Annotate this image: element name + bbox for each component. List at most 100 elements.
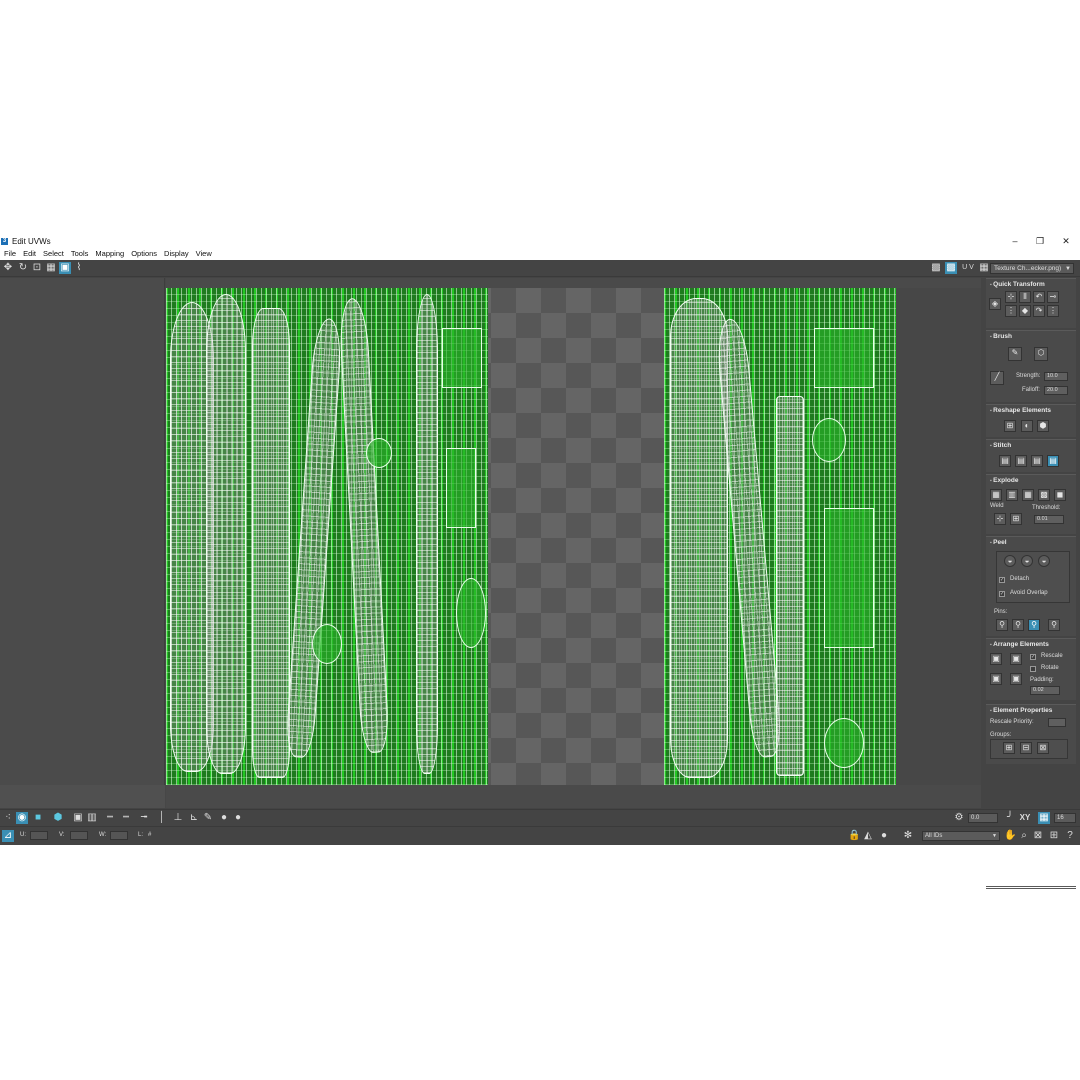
uv-island[interactable]: [812, 418, 846, 462]
mirror-icon[interactable]: ▣: [59, 262, 71, 274]
angle-icon[interactable]: ⚙: [953, 812, 965, 824]
snap-icon[interactable]: ⊾: [188, 812, 200, 824]
padding-input[interactable]: 0.02: [1030, 686, 1060, 695]
angle-input[interactable]: 0.0: [968, 813, 998, 823]
uv-shell[interactable]: [206, 294, 246, 774]
select-mode-icon[interactable]: ⁖: [2, 812, 14, 824]
loop-icon[interactable]: ┅: [120, 812, 132, 824]
rollout-title[interactable]: Stitch: [986, 440, 1076, 451]
rollout-title[interactable]: Element Properties: [986, 705, 1076, 716]
menu-view[interactable]: View: [196, 248, 212, 260]
avoid-overlap-checkbox[interactable]: ✓: [999, 591, 1005, 597]
rotate-plus-icon[interactable]: ↷: [1033, 305, 1045, 317]
pack-custom-icon[interactable]: ▣: [1010, 653, 1022, 665]
element-mode-icon[interactable]: ▣: [72, 812, 84, 824]
uv-island[interactable]: [824, 508, 874, 648]
grid-size-input[interactable]: 16: [1054, 813, 1076, 823]
rollout-title[interactable]: Arrange Elements: [986, 639, 1076, 650]
paint-select-icon[interactable]: ✎: [202, 812, 214, 824]
rollout-title[interactable]: Peel: [986, 537, 1076, 548]
face-mode-icon[interactable]: ⬢: [52, 812, 64, 824]
rotate-checkbox[interactable]: [1030, 666, 1036, 672]
uv-island[interactable]: [446, 448, 476, 528]
zoom-region-icon[interactable]: ⊠: [1032, 830, 1044, 842]
scale-icon[interactable]: ⊡: [31, 262, 43, 274]
texture-icon[interactable]: ▦: [978, 262, 990, 274]
absolute-mode-icon[interactable]: ⊿: [2, 830, 14, 842]
paint-brush-icon[interactable]: ✎: [1008, 347, 1022, 361]
explode-smoothing-icon[interactable]: ◼: [1054, 489, 1066, 501]
flatten-icon[interactable]: ▦: [1022, 489, 1034, 501]
menu-edit[interactable]: Edit: [23, 248, 36, 260]
soft-select-icon[interactable]: │: [156, 812, 168, 824]
uv-island[interactable]: [366, 438, 392, 468]
menu-mapping[interactable]: Mapping: [95, 248, 124, 260]
restore-button[interactable]: ❐: [1027, 235, 1053, 248]
v-input[interactable]: [70, 831, 88, 840]
reset-peel-icon[interactable]: ◒: [1038, 555, 1050, 567]
menu-tools[interactable]: Tools: [71, 248, 89, 260]
vertex-mode-icon[interactable]: ◉: [16, 812, 28, 824]
explode-icon[interactable]: ▩: [1038, 489, 1050, 501]
straighten-icon[interactable]: ⊞: [1004, 420, 1016, 432]
minimize-button[interactable]: –: [1002, 235, 1028, 248]
uv-shell[interactable]: [416, 294, 438, 774]
menu-options[interactable]: Options: [131, 248, 157, 260]
hide-icon[interactable]: ◭: [862, 830, 874, 842]
uv-canvas[interactable]: [166, 288, 896, 785]
pack-grid-icon[interactable]: ▣: [1010, 673, 1022, 685]
rescale-checkbox[interactable]: ✓: [1030, 654, 1036, 660]
ring-icon[interactable]: ┅: [104, 812, 116, 824]
rotate-icon[interactable]: ↻: [17, 262, 29, 274]
freeze-icon[interactable]: ✻: [902, 830, 914, 842]
sphere-alt-icon[interactable]: ●: [232, 812, 244, 824]
rollout-title[interactable]: Quick Transform: [986, 279, 1076, 290]
stitch-source-icon[interactable]: ▤: [1015, 455, 1027, 467]
relax-icon[interactable]: ◐: [1021, 420, 1033, 432]
cube-icon[interactable]: ⬢: [1037, 420, 1049, 432]
stitch-average-icon[interactable]: ▤: [1031, 455, 1043, 467]
uv-island[interactable]: [814, 328, 874, 388]
zoom-icon[interactable]: ⌕: [1018, 830, 1030, 842]
menu-select[interactable]: Select: [43, 248, 64, 260]
show-map-icon[interactable]: ▩: [945, 262, 957, 274]
texture-dropdown[interactable]: Texture Ch...ecker.png) ▼: [990, 263, 1074, 274]
sphere-icon[interactable]: ●: [218, 812, 230, 824]
move-icon[interactable]: ✥: [2, 262, 14, 274]
distribute-icon[interactable]: ⋮: [1005, 305, 1017, 317]
relax-brush-icon[interactable]: ⬡: [1034, 347, 1048, 361]
w-input[interactable]: [110, 831, 128, 840]
rescale-priority-input[interactable]: [1048, 718, 1066, 727]
brush-line-icon[interactable]: ╱: [990, 371, 1004, 385]
select-pins-icon[interactable]: ⚲: [1048, 619, 1060, 631]
uv-viewport[interactable]: [0, 278, 981, 808]
group-add-icon[interactable]: ⊟: [1020, 742, 1032, 754]
pin-icon[interactable]: ⚲: [996, 619, 1008, 631]
grid-icon[interactable]: ▦: [1038, 812, 1050, 824]
help-icon[interactable]: ?: [1064, 830, 1076, 842]
threshold-input[interactable]: 0.01: [1034, 515, 1064, 524]
uv-shell[interactable]: [252, 308, 290, 778]
rollout-title[interactable]: Explode: [986, 475, 1076, 486]
group-select-icon[interactable]: ⊞: [1003, 742, 1015, 754]
unpin-icon[interactable]: ⚲: [1012, 619, 1024, 631]
uv-islands-left[interactable]: [166, 288, 488, 785]
u-input[interactable]: [30, 831, 48, 840]
quick-peel-icon[interactable]: ◒: [1004, 555, 1016, 567]
lock-icon[interactable]: 🔒: [848, 830, 860, 842]
align-vertical-icon[interactable]: ⊸: [1047, 291, 1059, 303]
space-vertical-icon[interactable]: ⋮: [1047, 305, 1059, 317]
filter-icon[interactable]: ●: [878, 830, 890, 842]
rotate-minus-icon[interactable]: ↶: [1033, 291, 1045, 303]
weld-target-icon[interactable]: ⊞: [1010, 513, 1022, 525]
checker-toggle-icon[interactable]: ▩: [930, 262, 942, 274]
pack-normalize-icon[interactable]: ▣: [990, 653, 1002, 665]
peel-mode-icon[interactable]: ◒: [1021, 555, 1033, 567]
uv-shell[interactable]: [338, 297, 390, 754]
grow-icon[interactable]: ▥: [86, 812, 98, 824]
rollout-title[interactable]: Reshape Elements: [986, 405, 1076, 416]
stitch-target-icon[interactable]: ▤: [1047, 455, 1059, 467]
uv-island[interactable]: [824, 718, 864, 768]
shrink-icon[interactable]: ╼: [138, 812, 150, 824]
align-horizontal-icon[interactable]: ⊹: [1005, 291, 1017, 303]
